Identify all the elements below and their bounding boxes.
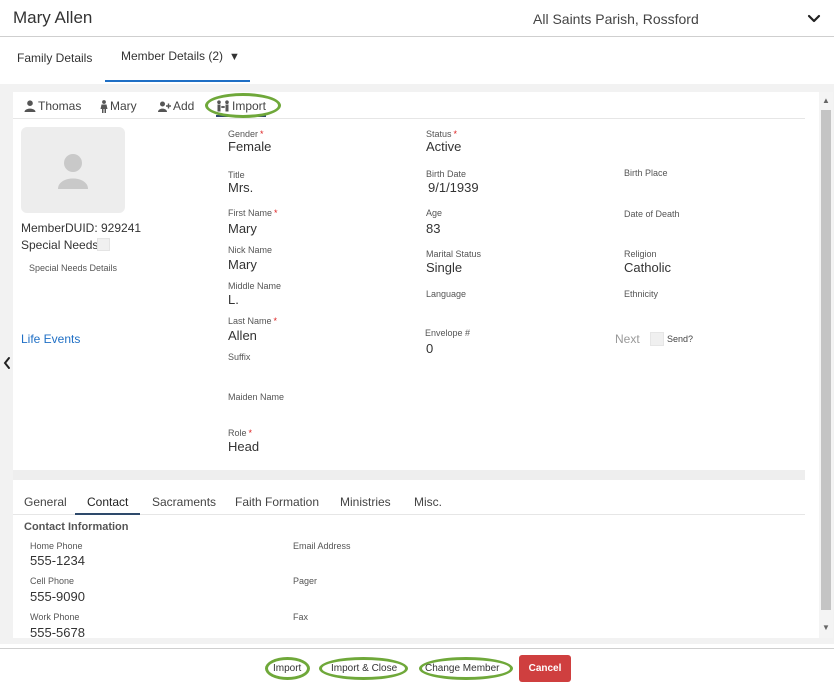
first-name-label: First Name * [228, 208, 278, 218]
role-value[interactable]: Head [228, 439, 259, 454]
female-icon [100, 99, 108, 113]
add-user-icon [158, 101, 171, 112]
envelope-label: Envelope # [425, 328, 471, 338]
chevron-down-icon[interactable] [806, 12, 822, 26]
section-divider [13, 470, 805, 480]
page-title: Mary Allen [13, 8, 93, 27]
last-name-value[interactable]: Allen [228, 328, 257, 343]
language-label: Language [426, 289, 467, 299]
panel-scrollbar[interactable]: ▲ ▼ [819, 92, 833, 638]
work-phone-label: Work Phone [30, 612, 80, 622]
person-tab-mary[interactable]: Mary [100, 99, 137, 113]
home-phone-value[interactable]: 555-1234 [30, 553, 85, 568]
cancel-button[interactable]: Cancel [519, 655, 571, 682]
member-duid: MemberDUID: 929241 [21, 221, 142, 235]
title-label: Title [228, 170, 245, 180]
person-tab-import[interactable]: Import [216, 99, 267, 117]
middle-name-label: Middle Name [228, 281, 282, 291]
status-label: Status * [426, 129, 458, 139]
life-events-link[interactable]: Life Events [21, 332, 80, 346]
member-panel: Thomas Mary Add Import MemberDUID: 92924… [13, 92, 833, 640]
age-value: 83 [426, 221, 441, 236]
person-tab-add[interactable]: Add [158, 99, 194, 113]
tab-family-details[interactable]: Family Details [17, 51, 92, 83]
gender-label: Gender * [228, 129, 264, 139]
birth-date-value[interactable]: 9/1/1939 [428, 180, 479, 195]
person-tab-thomas-label: Thomas [38, 99, 82, 113]
title-value[interactable]: Mrs. [228, 180, 253, 195]
send-checkbox[interactable] [650, 332, 664, 346]
person-tab-mary-label: Mary [110, 99, 137, 113]
scroll-thumb[interactable] [821, 110, 831, 610]
tab-general[interactable]: General [24, 495, 67, 509]
tab-contact[interactable]: Contact [75, 495, 141, 515]
gender-value[interactable]: Female [228, 139, 271, 154]
birth-place-label: Birth Place [624, 168, 668, 178]
person-tab-add-label: Add [173, 99, 195, 113]
send-label: Send? [667, 334, 694, 344]
marital-status-label: Marital Status [426, 249, 482, 259]
ethnicity-label: Ethnicity [624, 289, 659, 299]
title-bar: Mary Allen All Saints Parish, Rossford [0, 0, 834, 37]
change-member-button[interactable]: Change Member [425, 663, 499, 674]
detail-tabs: General Contact Sacraments Faith Formati… [13, 490, 805, 515]
special-needs-details-label: Special Needs Details [29, 263, 118, 273]
user-icon [24, 100, 36, 112]
import-family-icon [217, 100, 229, 112]
special-needs-label: Special Needs [21, 238, 99, 252]
envelope-next-button[interactable]: Next [615, 332, 640, 346]
caret-down-icon[interactable]: ▼ [229, 51, 240, 63]
date-of-death-label: Date of Death [624, 209, 680, 219]
cell-phone-label: Cell Phone [30, 576, 75, 586]
tab-family-details-label: Family Details [17, 51, 93, 65]
birth-date-label: Birth Date [426, 169, 467, 179]
status-value[interactable]: Active [426, 139, 461, 154]
tab-member-details[interactable]: Member Details (2) ▼ [105, 38, 250, 82]
nick-name-value[interactable]: Mary [228, 257, 257, 272]
special-needs-checkbox[interactable] [97, 238, 110, 251]
person-tab-thomas[interactable]: Thomas [24, 99, 81, 113]
person-tabs: Thomas Mary Add Import [13, 92, 805, 119]
top-tabs: Family Details Member Details (2) ▼ [0, 38, 834, 84]
tab-sacraments[interactable]: Sacraments [152, 495, 216, 509]
role-label: Role * [228, 428, 253, 438]
import-button[interactable]: Import [273, 663, 301, 674]
scroll-up-icon[interactable]: ▲ [822, 96, 830, 105]
work-phone-value[interactable]: 555-5678 [30, 625, 85, 640]
tab-misc[interactable]: Misc. [414, 495, 442, 509]
member-photo-placeholder[interactable] [21, 127, 125, 213]
religion-value[interactable]: Catholic [624, 260, 671, 275]
parish-name: All Saints Parish, Rossford [533, 11, 699, 27]
tab-ministries[interactable]: Ministries [340, 495, 391, 509]
tab-member-details-label: Member Details (2) [121, 49, 224, 63]
suffix-label: Suffix [228, 352, 251, 362]
age-label: Age [426, 208, 443, 218]
tab-faith-formation[interactable]: Faith Formation [235, 495, 319, 509]
middle-name-value[interactable]: L. [228, 292, 239, 307]
previous-arrow-icon[interactable] [3, 356, 11, 370]
maiden-name-label: Maiden Name [228, 392, 285, 402]
nick-name-label: Nick Name [228, 245, 273, 255]
religion-label: Religion [624, 249, 657, 259]
person-tab-import-label: Import [232, 99, 267, 113]
last-name-label: Last Name * [228, 316, 278, 326]
scroll-down-icon[interactable]: ▼ [822, 623, 830, 632]
marital-status-value[interactable]: Single [426, 260, 462, 275]
pager-label: Pager [293, 576, 318, 586]
home-phone-label: Home Phone [30, 541, 83, 551]
contact-information-heading: Contact Information [24, 521, 129, 533]
action-bar: Import Import & Close Change Member Canc… [0, 648, 834, 686]
cell-phone-value[interactable]: 555-9090 [30, 589, 85, 604]
email-address-label: Email Address [293, 541, 351, 551]
import-close-button[interactable]: Import & Close [331, 663, 397, 674]
fax-label: Fax [293, 612, 309, 622]
first-name-value[interactable]: Mary [228, 221, 257, 236]
envelope-value[interactable]: 0 [426, 341, 433, 356]
avatar-icon [58, 154, 88, 189]
